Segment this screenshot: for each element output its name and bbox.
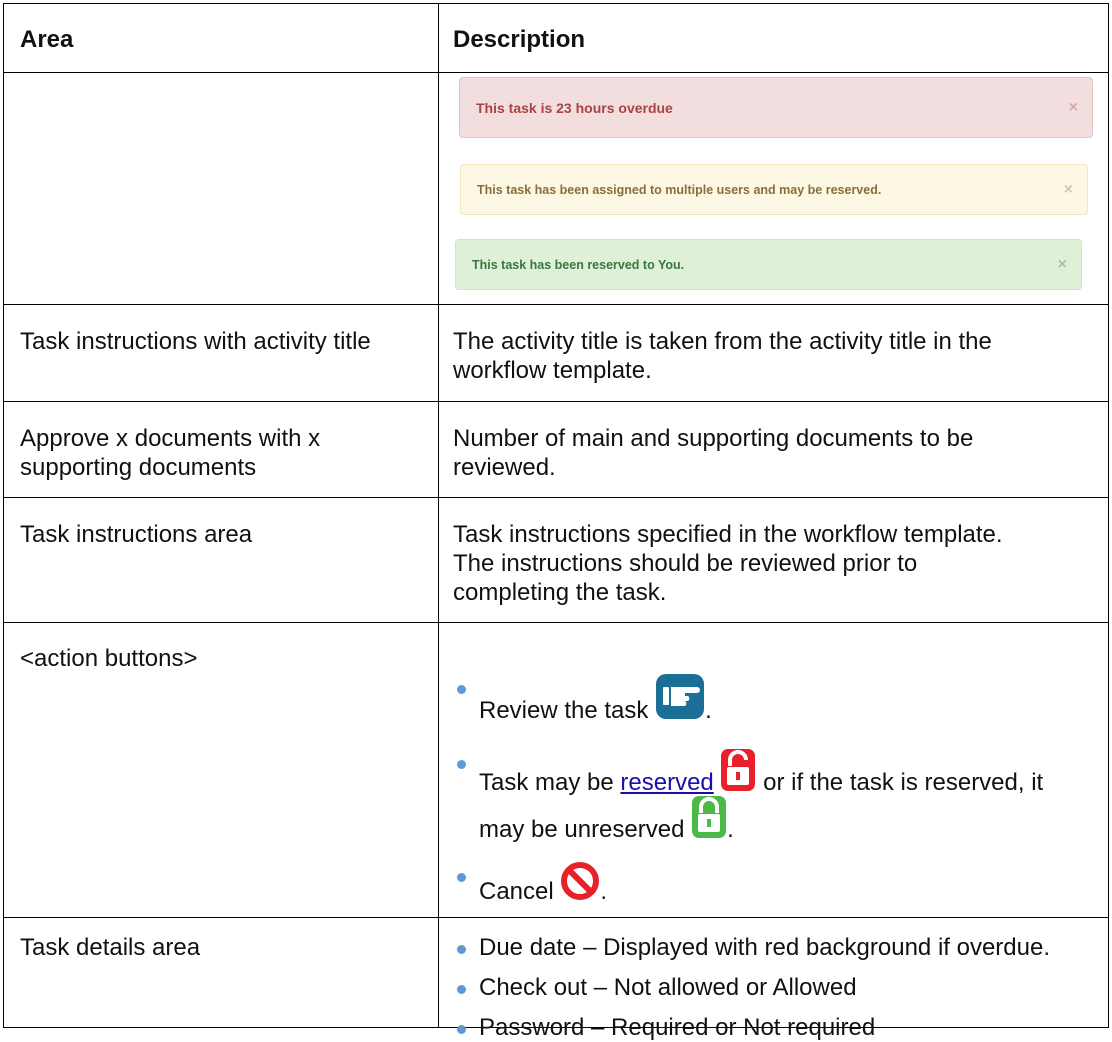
area-line: Approve x documents with x bbox=[20, 425, 321, 452]
reserved-alert: This task has been reserved to You. × bbox=[455, 239, 1082, 290]
area-task-instructions: Task instructions area bbox=[20, 521, 253, 548]
reserve-text-continued: or if the task is reserved, it bbox=[763, 769, 1044, 796]
row-divider bbox=[4, 401, 1108, 402]
list-item-check-out: Check out – Not allowed or Allowed bbox=[453, 973, 1103, 1002]
description-task-instructions: Task instructions specified in the workf… bbox=[453, 520, 1103, 607]
description-task-instructions-title: The activity title is taken from the act… bbox=[453, 327, 1103, 385]
pointing-hand-icon[interactable] bbox=[655, 673, 705, 720]
header-area: Area bbox=[20, 26, 74, 53]
list-item-due-date: Due date – Displayed with red background… bbox=[453, 933, 1103, 962]
area-approve-documents: Approve x documents with x supporting do… bbox=[20, 424, 430, 482]
description-task-details: Due date – Displayed with red background… bbox=[453, 933, 1103, 1042]
punctuation: . bbox=[705, 697, 712, 724]
multiple-users-alert: This task has been assigned to multiple … bbox=[460, 164, 1088, 215]
multiple-users-alert-text: This task has been assigned to multiple … bbox=[477, 182, 882, 197]
prohibited-icon[interactable] bbox=[560, 861, 600, 901]
row-divider bbox=[4, 917, 1108, 918]
description-line: workflow template. bbox=[453, 357, 652, 384]
description-table: Area Description This task is 23 hours o… bbox=[3, 3, 1109, 1041]
list-item-password: Password – Required or Not required bbox=[453, 1013, 1103, 1042]
description-line: completing the task. bbox=[453, 579, 667, 606]
area-task-details: Task details area bbox=[20, 934, 201, 961]
description-line: Number of main and supporting documents … bbox=[453, 425, 974, 452]
description-line: reviewed. bbox=[453, 454, 556, 481]
unlocked-padlock-icon[interactable] bbox=[720, 748, 756, 792]
header-description: Description bbox=[453, 26, 586, 53]
locked-padlock-icon[interactable] bbox=[691, 795, 727, 839]
area-line: supporting documents bbox=[20, 454, 257, 481]
close-icon[interactable]: × bbox=[1069, 99, 1078, 117]
description-line: The instructions should be reviewed prio… bbox=[453, 550, 918, 577]
area-task-instructions-title: Task instructions with activity title bbox=[20, 328, 371, 355]
row-divider bbox=[4, 304, 1108, 305]
row-divider bbox=[4, 72, 1108, 73]
unreserve-text: may be unreserved bbox=[479, 816, 685, 843]
punctuation: . bbox=[600, 878, 608, 905]
close-icon[interactable]: × bbox=[1064, 181, 1073, 199]
punctuation: . bbox=[727, 816, 734, 843]
overdue-alert-text: This task is 23 hours overdue bbox=[476, 99, 673, 116]
row-divider bbox=[4, 497, 1108, 498]
reserved-alert-text: This task has been reserved to You. bbox=[472, 257, 685, 272]
list-item-review: Review the task . bbox=[453, 673, 712, 725]
row-divider bbox=[4, 622, 1108, 623]
description-line: Task instructions specified in the workf… bbox=[453, 521, 1003, 548]
description-line: The activity title is taken from the act… bbox=[453, 328, 992, 355]
reserved-link[interactable]: reserved bbox=[620, 769, 713, 796]
cancel-text: Cancel bbox=[479, 878, 554, 905]
review-text: Review the task bbox=[479, 697, 649, 724]
close-icon[interactable]: × bbox=[1058, 256, 1067, 274]
overdue-alert: This task is 23 hours overdue × bbox=[459, 77, 1093, 138]
description-approve-documents: Number of main and supporting documents … bbox=[453, 424, 1103, 482]
list-item-cancel: Cancel . bbox=[453, 861, 607, 906]
area-action-buttons: <action buttons> bbox=[20, 645, 198, 672]
column-divider bbox=[438, 4, 439, 1027]
list-item-unreserve: may be unreserved . bbox=[453, 795, 734, 844]
reserve-text: Task may be bbox=[479, 769, 614, 796]
list-item-reserve: Task may be reserved or if the task is r… bbox=[453, 748, 1043, 797]
